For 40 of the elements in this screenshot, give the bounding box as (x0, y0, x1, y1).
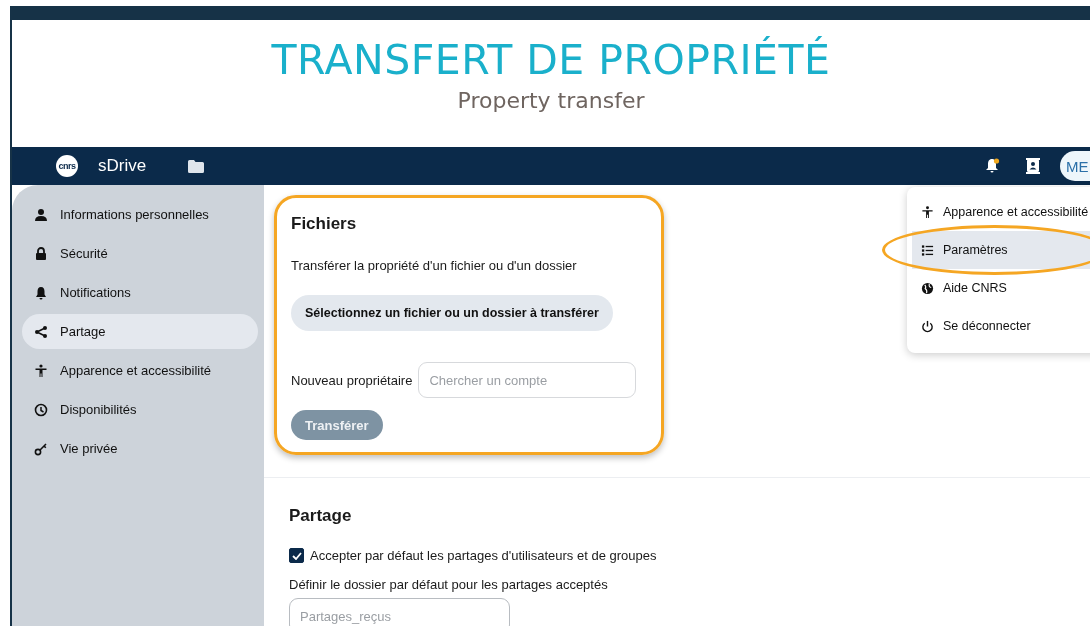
bell-icon (34, 285, 48, 300)
contacts-icon[interactable] (1026, 158, 1040, 174)
list-icon (921, 243, 934, 257)
user-avatar[interactable]: ME (1060, 151, 1090, 181)
section-title: Fichiers (291, 214, 358, 234)
account-search-field[interactable]: Chercher un compte (418, 362, 637, 398)
menu-item[interactable]: Se déconnecter (907, 307, 1090, 345)
sidebar-item[interactable]: Disponibilités (22, 392, 258, 427)
globe-icon (921, 281, 934, 295)
clock-icon (34, 402, 48, 417)
sidebar-item[interactable]: Notifications (22, 275, 258, 310)
share-icon (34, 324, 48, 339)
access-icon (34, 363, 48, 378)
menu-item[interactable]: Paramètres (912, 231, 1090, 269)
menu-item[interactable]: Aide CNRS (907, 269, 1090, 307)
sidebar-item[interactable]: Informations personnelles (22, 197, 258, 232)
checkbox[interactable] (289, 548, 304, 563)
person-icon (34, 207, 48, 222)
field-label: Définir le dossier par défaut pour les partages acceptés (289, 577, 609, 592)
page-subtitle: Property transfer (457, 88, 645, 113)
power-icon (921, 319, 934, 333)
checkbox-label: Accepter par défaut les partages d'utilisateurs et de groupes (310, 548, 657, 563)
notification-bell-icon[interactable] (984, 158, 1000, 174)
sidebar-item[interactable]: Vie privée (22, 431, 258, 466)
folder-icon[interactable] (188, 159, 205, 173)
page-title: TRANSFERT DE PROPRIÉTÉ (271, 36, 831, 84)
cnrs-logo[interactable]: cnrs (56, 155, 78, 177)
folder-field[interactable]: Partages_reçus (289, 598, 510, 626)
select-file-button[interactable]: Sélectionnez un fichier ou un dossier à transférer (291, 295, 613, 331)
access-icon (921, 205, 934, 219)
field-label: Nouveau propriétaire (291, 372, 413, 388)
menu-item[interactable]: Apparence et accessibilité (907, 193, 1090, 231)
key-icon (34, 441, 48, 456)
lock-icon (34, 246, 48, 261)
sidebar-item[interactable]: Partage (22, 314, 258, 349)
sidebar-item[interactable]: Sécurité (22, 236, 258, 271)
section-description: Transférer la propriété d'un fichier ou d'un dossier (291, 258, 578, 273)
section-title: Partage (289, 506, 353, 526)
app-name[interactable]: sDrive (98, 156, 147, 176)
sidebar-item[interactable]: Apparence et accessibilité (22, 353, 258, 388)
